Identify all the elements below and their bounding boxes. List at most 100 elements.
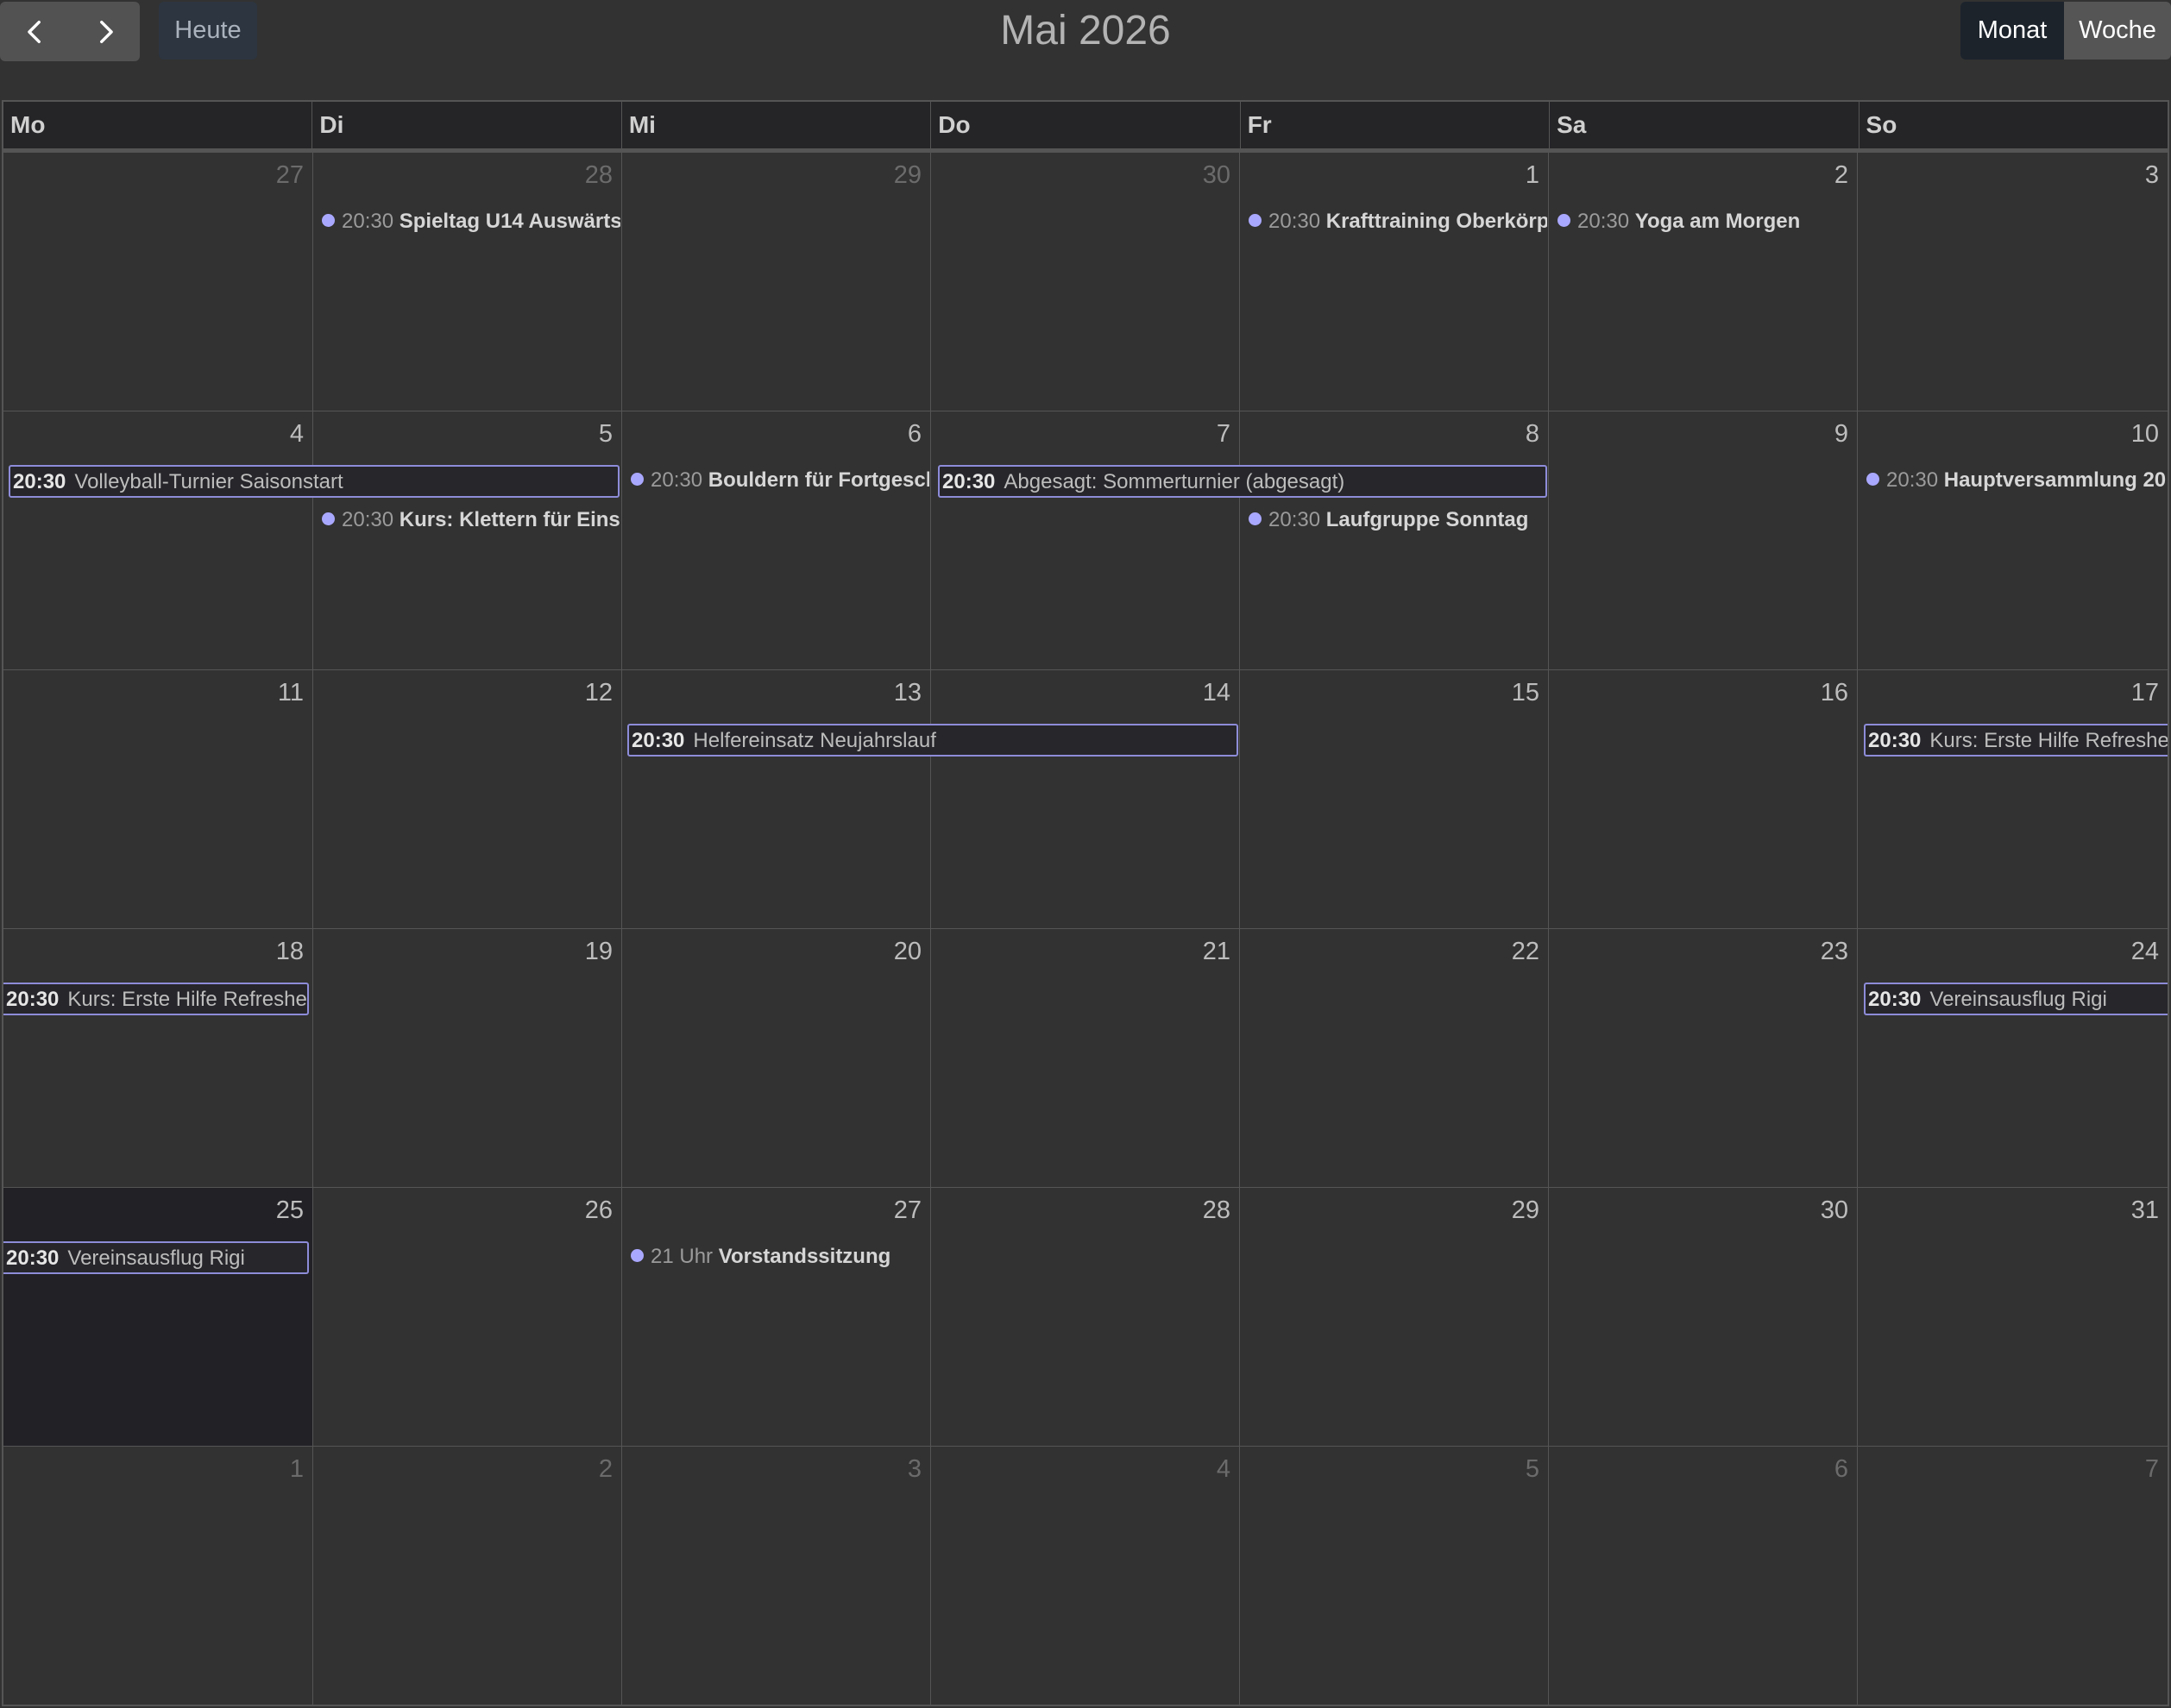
event-item[interactable]: 20:30 Bouldern für Fortgeschrittene (622, 463, 929, 498)
day-cell[interactable]: 9 (1549, 411, 1858, 670)
day-number: 9 (1834, 420, 1848, 448)
day-number: 21 (1202, 938, 1230, 965)
event-bar[interactable]: 20:30 Helfereinsatz Neujahrslauf (627, 724, 1238, 757)
week-row: 11 12 13 14 15 16 17 20:30 Helfereinsatz … (3, 669, 2168, 929)
day-number: 31 (2130, 1196, 2159, 1224)
day-cell[interactable]: 6 (622, 411, 931, 670)
day-cell[interactable]: 2 (313, 1447, 622, 1705)
day-cell[interactable]: 3 (1858, 153, 2168, 411)
weekday-sa: Sa (1550, 102, 1860, 148)
week-row: 25 26 27 28 29 30 31 20:30 Vereinsausflug… (3, 1187, 2168, 1447)
day-number: 7 (2144, 1455, 2159, 1483)
today-button[interactable]: Heute (159, 2, 257, 60)
day-cell[interactable]: 4 (3, 411, 313, 670)
day-cell[interactable]: 17 (1858, 670, 2168, 929)
day-number: 3 (2144, 161, 2159, 189)
weekday-mo: Mo (3, 102, 313, 148)
day-cell[interactable]: 3 (622, 1447, 931, 1705)
week-row: 18 19 20 21 22 23 24 20:30 Kurs: Erste Hi… (3, 928, 2168, 1188)
day-number: 25 (275, 1196, 304, 1224)
event-bar[interactable]: 20:30 Vereinsausflug Rigi (1864, 983, 2168, 1015)
event-item[interactable]: 20:30 Yoga am Morgen (1549, 204, 1856, 239)
day-number: 29 (893, 161, 922, 189)
day-number: 6 (907, 420, 922, 448)
day-cell[interactable]: 27 (3, 153, 313, 411)
day-cell[interactable]: 5 (1240, 1447, 1549, 1705)
day-cell[interactable]: 2 (1549, 153, 1858, 411)
day-cell[interactable]: 20 (622, 929, 931, 1188)
day-number: 28 (584, 161, 613, 189)
day-cell[interactable]: 1 (3, 1447, 313, 1705)
day-cell[interactable]: 19 (313, 929, 622, 1188)
next-month-button[interactable] (70, 2, 140, 61)
weekday-header: Mo Di Mi Do Fr Sa So (3, 102, 2168, 152)
day-cell[interactable]: 7 (931, 411, 1240, 670)
day-cell[interactable]: 29 (622, 153, 931, 411)
day-cell[interactable]: 4 (931, 1447, 1240, 1705)
weekday-fr: Fr (1241, 102, 1551, 148)
day-cell[interactable]: 14 (931, 670, 1240, 929)
day-cell[interactable]: 29 (1240, 1188, 1549, 1447)
day-number: 23 (1820, 938, 1848, 965)
day-cell[interactable]: 5 (313, 411, 622, 670)
day-cell[interactable]: 26 (313, 1188, 622, 1447)
day-cell[interactable]: 18 (3, 929, 313, 1188)
day-number: 4 (1216, 1455, 1230, 1483)
chevron-right-icon (99, 20, 113, 43)
day-cell[interactable]: 27 (622, 1188, 931, 1447)
day-cell[interactable]: 23 (1549, 929, 1858, 1188)
day-cell[interactable]: 21 (931, 929, 1240, 1188)
event-bar[interactable]: 20:30 Volleyball-Turnier Saisonstart (9, 465, 620, 498)
weeks-container: 27 28 29 30 1 2 3 20:30 Spieltag U14 Aus… (3, 152, 2168, 1705)
day-number: 26 (584, 1196, 613, 1224)
prev-month-button[interactable] (0, 2, 70, 61)
day-cell[interactable]: 28 (931, 1188, 1240, 1447)
event-item[interactable]: 20:30 Hauptversammlung 2026 (1858, 463, 2166, 498)
event-item[interactable]: 20:30 Krafttraining Oberkörper (1240, 204, 1547, 239)
day-cell-today[interactable]: 25 (3, 1188, 313, 1447)
day-number: 18 (275, 938, 304, 965)
event-item[interactable]: 20:30 Laufgruppe Sonntag (1240, 503, 1547, 537)
week-view-button[interactable]: Woche (2064, 2, 2171, 60)
day-cell[interactable]: 15 (1240, 670, 1549, 929)
day-cell[interactable]: 6 (1549, 1447, 1858, 1705)
day-cell[interactable]: 24 (1858, 929, 2168, 1188)
event-bar[interactable]: 20:30 Kurs: Erste Hilfe Refresher (3, 983, 309, 1015)
day-cell[interactable]: 8 (1240, 411, 1549, 670)
day-number: 19 (584, 938, 613, 965)
day-cell[interactable]: 11 (3, 670, 313, 929)
day-cell[interactable]: 13 (622, 670, 931, 929)
day-number: 29 (1511, 1196, 1539, 1224)
event-bar[interactable]: 20:30 Abgesagt: Sommerturnier (abgesagt) (938, 465, 1547, 498)
day-number: 28 (1202, 1196, 1230, 1224)
month-view-button[interactable]: Monat (1960, 2, 2064, 60)
day-number: 27 (893, 1196, 922, 1224)
event-item[interactable]: 20:30 Spieltag U14 Auswärts (313, 204, 620, 239)
day-cell[interactable]: 22 (1240, 929, 1549, 1188)
day-cell[interactable]: 12 (313, 670, 622, 929)
event-dot-icon (1866, 473, 1879, 487)
event-bar[interactable]: 20:30 Kurs: Erste Hilfe Refresher (1864, 724, 2168, 757)
day-cell[interactable]: 31 (1858, 1188, 2168, 1447)
day-number: 3 (907, 1455, 922, 1483)
event-dot-icon (322, 512, 335, 526)
day-number: 17 (2130, 679, 2159, 706)
day-cell[interactable]: 30 (1549, 1188, 1858, 1447)
day-cell[interactable]: 28 (313, 153, 622, 411)
day-cell[interactable]: 10 (1858, 411, 2168, 670)
event-dot-icon (1557, 214, 1570, 228)
event-bar[interactable]: 20:30 Vereinsausflug Rigi (3, 1241, 309, 1274)
day-number: 13 (893, 679, 922, 706)
event-item[interactable]: 21 Uhr Vorstandssitzung (622, 1240, 929, 1274)
event-dot-icon (631, 1249, 644, 1263)
day-cell[interactable]: 30 (931, 153, 1240, 411)
day-cell[interactable]: 1 (1240, 153, 1549, 411)
day-number: 30 (1820, 1196, 1848, 1224)
day-number: 20 (893, 938, 922, 965)
day-number: 7 (1216, 420, 1230, 448)
chevron-left-icon (27, 20, 41, 43)
day-cell[interactable]: 7 (1858, 1447, 2168, 1705)
event-dot-icon (1249, 512, 1262, 526)
day-cell[interactable]: 16 (1549, 670, 1858, 929)
event-item[interactable]: 20:30 Kurs: Klettern für Einsteiger (313, 503, 620, 537)
